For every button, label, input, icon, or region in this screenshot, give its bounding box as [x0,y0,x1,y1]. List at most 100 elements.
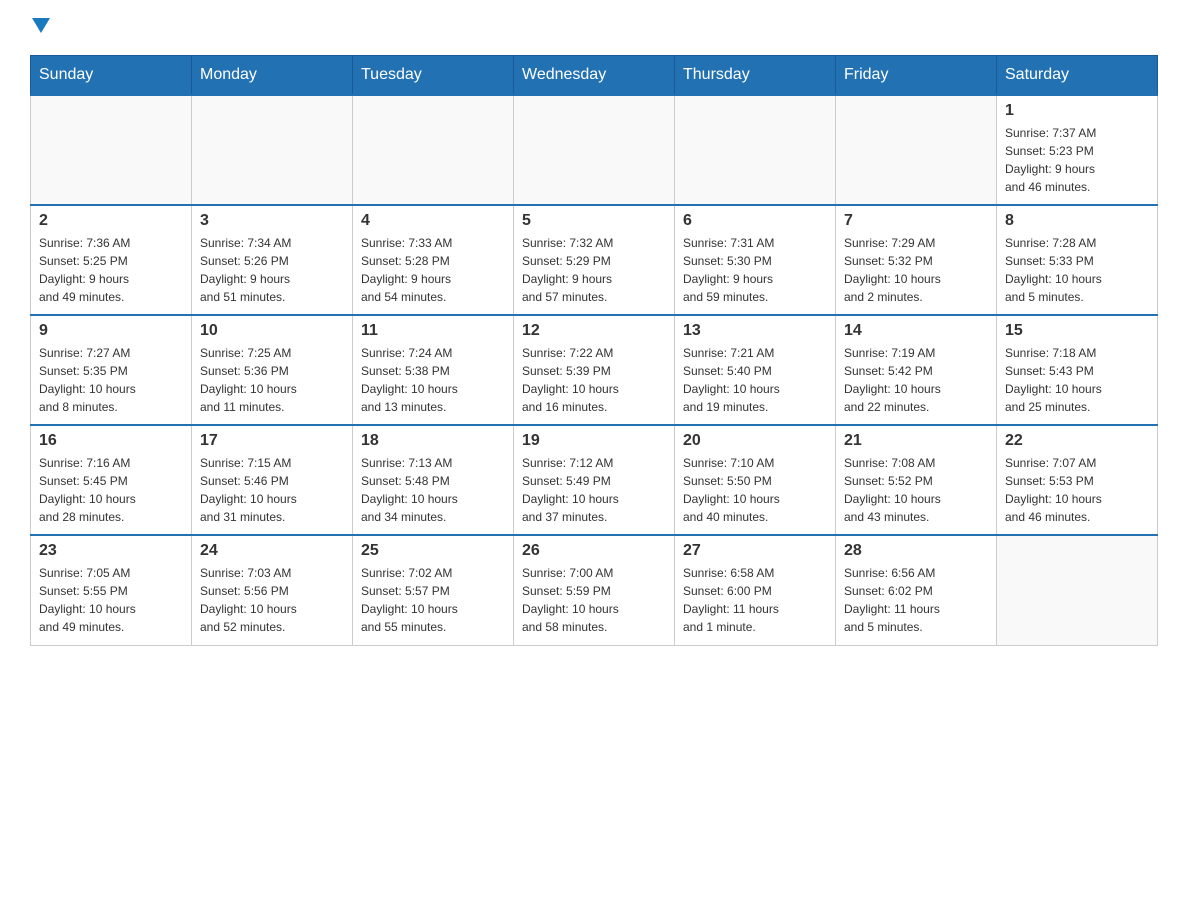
day-info: Sunrise: 7:10 AM Sunset: 5:50 PM Dayligh… [683,454,827,526]
page-header [30,20,1158,35]
day-info: Sunrise: 7:19 AM Sunset: 5:42 PM Dayligh… [844,344,988,416]
day-number: 18 [361,432,505,450]
day-number: 2 [39,212,183,230]
day-number: 20 [683,432,827,450]
calendar-cell: 16 Sunrise: 7:16 AM Sunset: 5:45 PM Dayli… [31,425,192,535]
day-number: 7 [844,212,988,230]
day-number: 27 [683,542,827,560]
day-info: Sunrise: 7:24 AM Sunset: 5:38 PM Dayligh… [361,344,505,416]
calendar-cell: 12 Sunrise: 7:22 AM Sunset: 5:39 PM Dayli… [514,315,675,425]
calendar-cell: 19Sunrise: 7:12 AM Sunset: 5:49 PM Dayli… [514,425,675,535]
col-header-sunday: Sunday [31,56,192,96]
week-row-2: 2 Sunrise: 7:36 AM Sunset: 5:25 PM Daylig… [31,205,1158,315]
day-info: Sunrise: 7:03 AM Sunset: 5:56 PM Dayligh… [200,564,344,636]
week-row-1: 1 Sunrise: 7:37 AM Sunset: 5:23 PM Daylig… [31,95,1158,205]
day-number: 13 [683,322,827,340]
day-number: 17 [200,432,344,450]
day-info: Sunrise: 7:07 AM Sunset: 5:53 PM Dayligh… [1005,454,1149,526]
calendar-cell: 7 Sunrise: 7:29 AM Sunset: 5:32 PM Daylig… [836,205,997,315]
calendar-cell: 8 Sunrise: 7:28 AM Sunset: 5:33 PM Daylig… [997,205,1158,315]
col-header-tuesday: Tuesday [353,56,514,96]
day-info: Sunrise: 7:05 AM Sunset: 5:55 PM Dayligh… [39,564,183,636]
calendar-cell: 5 Sunrise: 7:32 AM Sunset: 5:29 PM Daylig… [514,205,675,315]
col-header-wednesday: Wednesday [514,56,675,96]
calendar-cell: 25 Sunrise: 7:02 AM Sunset: 5:57 PM Dayli… [353,535,514,645]
calendar-cell: 10 Sunrise: 7:25 AM Sunset: 5:36 PM Dayli… [192,315,353,425]
calendar-cell [353,95,514,205]
day-number: 28 [844,542,988,560]
calendar-cell: 1 Sunrise: 7:37 AM Sunset: 5:23 PM Daylig… [997,95,1158,205]
calendar-cell [675,95,836,205]
calendar-cell: 4 Sunrise: 7:33 AM Sunset: 5:28 PM Daylig… [353,205,514,315]
day-info: Sunrise: 7:00 AM Sunset: 5:59 PM Dayligh… [522,564,666,636]
calendar-cell: 6 Sunrise: 7:31 AM Sunset: 5:30 PM Daylig… [675,205,836,315]
logo-triangle-icon [32,18,50,33]
calendar-cell [997,535,1158,645]
calendar-cell [836,95,997,205]
day-number: 23 [39,542,183,560]
day-info: Sunrise: 7:21 AM Sunset: 5:40 PM Dayligh… [683,344,827,416]
calendar-cell: 22 Sunrise: 7:07 AM Sunset: 5:53 PM Dayli… [997,425,1158,535]
calendar-cell: 3 Sunrise: 7:34 AM Sunset: 5:26 PM Daylig… [192,205,353,315]
day-info: Sunrise: 7:36 AM Sunset: 5:25 PM Dayligh… [39,234,183,306]
calendar-cell: 11 Sunrise: 7:24 AM Sunset: 5:38 PM Dayli… [353,315,514,425]
day-info: Sunrise: 6:58 AM Sunset: 6:00 PM Dayligh… [683,564,827,636]
day-info: Sunrise: 7:37 AM Sunset: 5:23 PM Dayligh… [1005,124,1149,196]
day-info: Sunrise: 7:13 AM Sunset: 5:48 PM Dayligh… [361,454,505,526]
calendar-cell: 18 Sunrise: 7:13 AM Sunset: 5:48 PM Dayli… [353,425,514,535]
day-number: 6 [683,212,827,230]
calendar-cell: 23 Sunrise: 7:05 AM Sunset: 5:55 PM Dayli… [31,535,192,645]
day-info: Sunrise: 7:02 AM Sunset: 5:57 PM Dayligh… [361,564,505,636]
logo [30,20,52,35]
day-info: Sunrise: 7:25 AM Sunset: 5:36 PM Dayligh… [200,344,344,416]
day-number: 1 [1005,102,1149,120]
day-info: Sunrise: 7:27 AM Sunset: 5:35 PM Dayligh… [39,344,183,416]
calendar-cell: 28Sunrise: 6:56 AM Sunset: 6:02 PM Dayli… [836,535,997,645]
day-info: Sunrise: 7:33 AM Sunset: 5:28 PM Dayligh… [361,234,505,306]
calendar-cell: 27 Sunrise: 6:58 AM Sunset: 6:00 PM Dayli… [675,535,836,645]
day-info: Sunrise: 7:08 AM Sunset: 5:52 PM Dayligh… [844,454,988,526]
day-number: 10 [200,322,344,340]
week-row-4: 16 Sunrise: 7:16 AM Sunset: 5:45 PM Dayli… [31,425,1158,535]
day-info: Sunrise: 7:18 AM Sunset: 5:43 PM Dayligh… [1005,344,1149,416]
calendar-cell [514,95,675,205]
day-number: 12 [522,322,666,340]
day-number: 25 [361,542,505,560]
day-number: 8 [1005,212,1149,230]
day-number: 5 [522,212,666,230]
day-number: 16 [39,432,183,450]
col-header-saturday: Saturday [997,56,1158,96]
day-number: 14 [844,322,988,340]
day-number: 21 [844,432,988,450]
day-info: Sunrise: 7:34 AM Sunset: 5:26 PM Dayligh… [200,234,344,306]
week-row-3: 9Sunrise: 7:27 AM Sunset: 5:35 PM Daylig… [31,315,1158,425]
calendar-cell: 14 Sunrise: 7:19 AM Sunset: 5:42 PM Dayli… [836,315,997,425]
col-header-thursday: Thursday [675,56,836,96]
day-info: Sunrise: 7:16 AM Sunset: 5:45 PM Dayligh… [39,454,183,526]
day-number: 4 [361,212,505,230]
calendar-table: SundayMondayTuesdayWednesdayThursdayFrid… [30,55,1158,646]
calendar-cell: 26 Sunrise: 7:00 AM Sunset: 5:59 PM Dayli… [514,535,675,645]
calendar-cell: 13 Sunrise: 7:21 AM Sunset: 5:40 PM Dayli… [675,315,836,425]
day-number: 15 [1005,322,1149,340]
header-row: SundayMondayTuesdayWednesdayThursdayFrid… [31,56,1158,96]
calendar-cell [31,95,192,205]
calendar-cell: 2 Sunrise: 7:36 AM Sunset: 5:25 PM Daylig… [31,205,192,315]
day-info: Sunrise: 7:32 AM Sunset: 5:29 PM Dayligh… [522,234,666,306]
day-number: 3 [200,212,344,230]
day-number: 26 [522,542,666,560]
week-row-5: 23 Sunrise: 7:05 AM Sunset: 5:55 PM Dayli… [31,535,1158,645]
day-number: 22 [1005,432,1149,450]
calendar-cell [192,95,353,205]
day-number: 24 [200,542,344,560]
col-header-friday: Friday [836,56,997,96]
day-info: Sunrise: 7:29 AM Sunset: 5:32 PM Dayligh… [844,234,988,306]
calendar-cell: 20 Sunrise: 7:10 AM Sunset: 5:50 PM Dayli… [675,425,836,535]
day-info: Sunrise: 7:22 AM Sunset: 5:39 PM Dayligh… [522,344,666,416]
calendar-cell: 15 Sunrise: 7:18 AM Sunset: 5:43 PM Dayli… [997,315,1158,425]
day-info: Sunrise: 7:31 AM Sunset: 5:30 PM Dayligh… [683,234,827,306]
day-info: Sunrise: 7:28 AM Sunset: 5:33 PM Dayligh… [1005,234,1149,306]
day-number: 11 [361,322,505,340]
calendar-cell: 9Sunrise: 7:27 AM Sunset: 5:35 PM Daylig… [31,315,192,425]
day-info: Sunrise: 7:12 AM Sunset: 5:49 PM Dayligh… [522,454,666,526]
